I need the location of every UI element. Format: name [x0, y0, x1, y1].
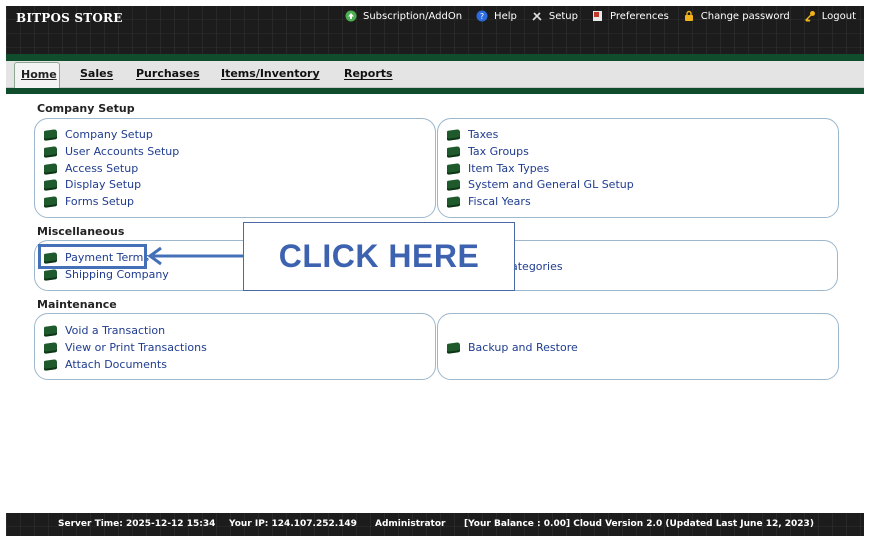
tab-reports[interactable]: Reports	[344, 67, 393, 80]
link-fiscal-years[interactable]: Fiscal Years	[447, 195, 531, 208]
book-icon	[447, 195, 460, 208]
link-backup-restore[interactable]: Backup and Restore	[447, 341, 578, 354]
menu-bottom-strip	[6, 88, 864, 94]
click-here-callout: CLICK HERE	[243, 222, 515, 291]
book-icon	[447, 162, 460, 175]
book-icon	[447, 178, 460, 191]
link-system-gl-setup[interactable]: System and General GL Setup	[447, 178, 634, 191]
user-ip: Your IP: 124.107.252.149	[229, 519, 357, 529]
upload-icon	[345, 10, 357, 22]
click-here-label: CLICK HERE	[278, 238, 480, 274]
top-links: Subscription/AddOn ? Help Setup Preferen…	[345, 10, 856, 22]
book-icon	[44, 162, 57, 175]
lock-icon	[684, 10, 693, 21]
link-company-setup[interactable]: Company Setup	[44, 128, 153, 141]
preferences-link[interactable]: Preferences	[592, 10, 669, 22]
section-title-company-setup: Company Setup	[37, 102, 135, 115]
help-link[interactable]: ? Help	[476, 10, 517, 22]
current-user: Administrator	[375, 519, 446, 529]
callout-arrow	[147, 246, 243, 266]
book-icon	[44, 358, 57, 371]
book-icon	[447, 128, 460, 141]
payment-terms-highlight	[38, 244, 147, 269]
balance-version: [Your Balance : 0.00] Cloud Version 2.0 …	[464, 519, 814, 529]
store-name: BITPOS STORE	[16, 11, 123, 25]
link-item-tax-types[interactable]: Item Tax Types	[447, 162, 549, 175]
link-access-setup[interactable]: Access Setup	[44, 162, 138, 175]
link-categories[interactable]: ategories	[511, 260, 563, 273]
link-display-setup[interactable]: Display Setup	[44, 178, 141, 191]
section-title-miscellaneous: Miscellaneous	[37, 225, 125, 238]
book-icon	[44, 341, 57, 354]
main-menu: Home Sales Purchases Items/Inventory Rep…	[6, 61, 864, 88]
link-forms-setup[interactable]: Forms Setup	[44, 195, 134, 208]
change-password-link[interactable]: Change password	[683, 10, 790, 22]
tab-purchases[interactable]: Purchases	[136, 67, 200, 80]
footer-bar: Server Time: 2025-12-12 15:34 Your IP: 1…	[6, 513, 864, 536]
book-icon	[44, 324, 57, 337]
setup-link[interactable]: Setup	[531, 10, 578, 22]
key-icon	[804, 11, 815, 22]
link-tax-groups[interactable]: Tax Groups	[447, 145, 529, 158]
subscription-link[interactable]: Subscription/AddOn	[345, 10, 462, 22]
link-attach-documents[interactable]: Attach Documents	[44, 358, 167, 371]
server-time: Server Time: 2025-12-12 15:34	[58, 519, 216, 529]
preferences-icon	[592, 11, 602, 21]
tools-icon	[532, 12, 542, 21]
section-title-maintenance: Maintenance	[37, 298, 117, 311]
help-icon: ?	[476, 10, 488, 22]
tab-home[interactable]: Home	[14, 62, 60, 88]
svg-text:?: ?	[480, 12, 484, 21]
link-taxes[interactable]: Taxes	[447, 128, 498, 141]
tab-items-inventory[interactable]: Items/Inventory	[221, 67, 320, 80]
logout-link[interactable]: Logout	[804, 10, 856, 22]
link-view-print-transactions[interactable]: View or Print Transactions	[44, 341, 207, 354]
link-void-transaction[interactable]: Void a Transaction	[44, 324, 165, 337]
top-header: BITPOS STORE Subscription/AddOn ? Help S…	[6, 6, 864, 54]
book-icon	[447, 341, 460, 354]
header-strip	[6, 54, 864, 61]
book-icon	[44, 145, 57, 158]
book-icon	[44, 178, 57, 191]
book-icon	[44, 195, 57, 208]
tab-sales[interactable]: Sales	[80, 67, 113, 80]
book-icon	[44, 268, 57, 281]
book-icon	[447, 145, 460, 158]
book-icon	[44, 128, 57, 141]
link-shipping-company[interactable]: Shipping Company	[44, 268, 169, 281]
link-user-accounts-setup[interactable]: User Accounts Setup	[44, 145, 179, 158]
